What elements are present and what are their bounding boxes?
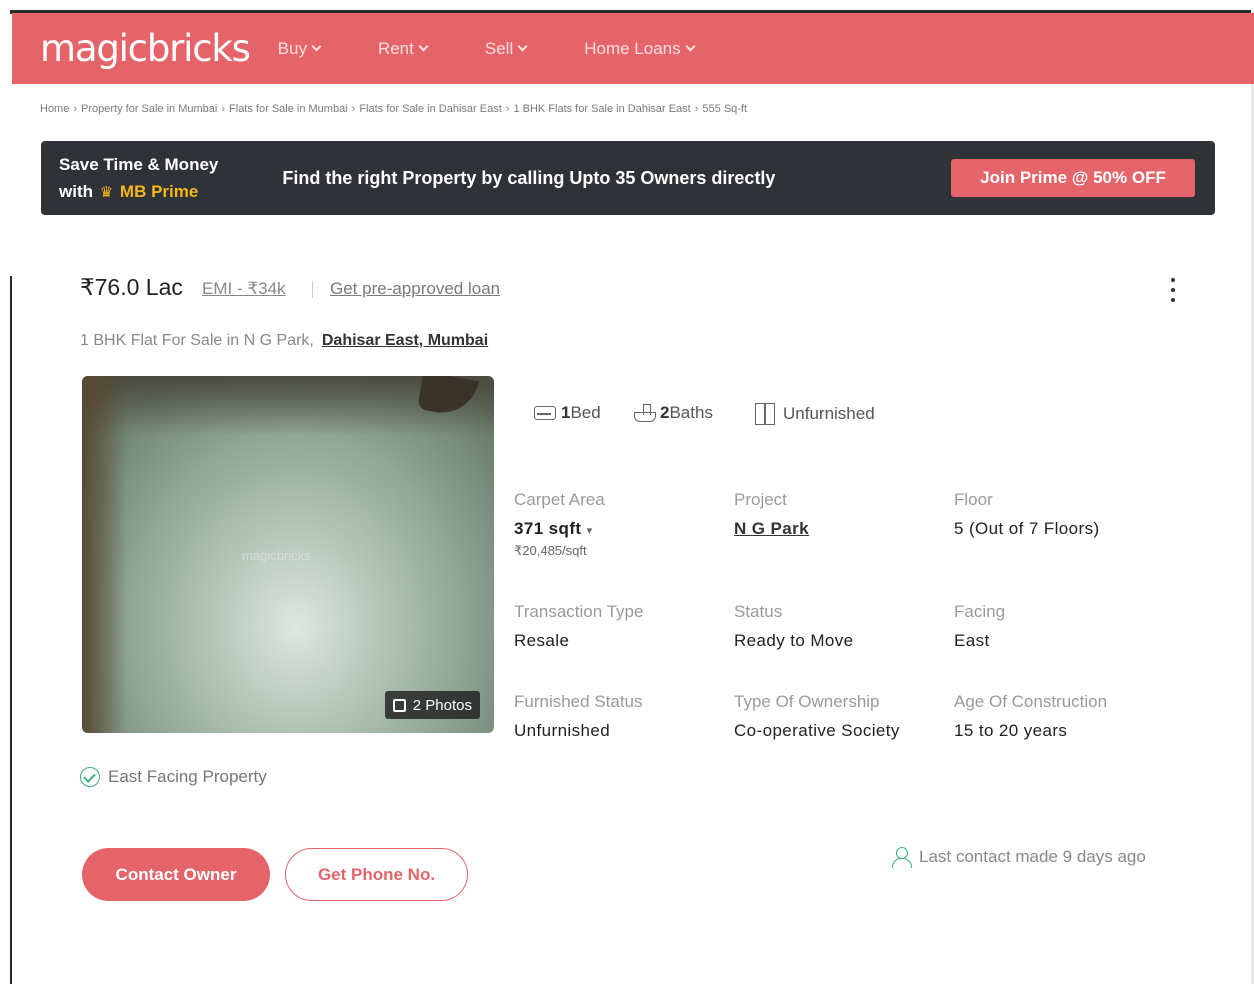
breadcrumb-home[interactable]: Home bbox=[40, 103, 69, 115]
transaction-label: Transaction Type bbox=[514, 602, 644, 621]
preapproved-loan-link[interactable]: Get pre-approved loan bbox=[330, 279, 500, 299]
last-contact-info: Last contact made 9 days ago bbox=[892, 847, 1146, 868]
breadcrumb-separator: › bbox=[694, 103, 699, 115]
gallery-icon bbox=[392, 698, 406, 712]
carpet-area-label: Carpet Area bbox=[514, 490, 605, 509]
nav-rent-label: Rent bbox=[377, 38, 414, 58]
furnishing-label: Unfurnished bbox=[783, 404, 875, 423]
wardrobe-icon bbox=[755, 403, 775, 425]
detail-project: Project N G Park bbox=[734, 490, 809, 539]
age-label: Age Of Construction bbox=[954, 692, 1108, 711]
chevron-down-icon bbox=[517, 41, 528, 52]
breadcrumb-separator: › bbox=[351, 103, 356, 115]
carpet-area-value[interactable]: 371 sqft ▾ bbox=[514, 519, 605, 539]
bed-label: Bed bbox=[570, 403, 601, 422]
nav-sell-label: Sell bbox=[484, 38, 514, 58]
magicbricks-logo[interactable]: magicbricks bbox=[40, 27, 251, 70]
age-value: 15 to 20 years bbox=[954, 721, 1068, 740]
join-prime-button[interactable]: Join Prime @ 50% OFF bbox=[951, 159, 1195, 197]
amenity-bath: 2 Baths bbox=[634, 403, 713, 423]
price-divider bbox=[312, 281, 313, 298]
main-nav: Buy Rent Sell Home Loans bbox=[278, 39, 752, 59]
ownership-value: Co-operative Society bbox=[734, 721, 900, 740]
facing-label: Facing bbox=[954, 602, 1006, 621]
prime-brand: MB Prime bbox=[119, 181, 199, 201]
status-label: Status bbox=[734, 602, 783, 621]
detail-ownership: Type Of Ownership Co-operative Society bbox=[734, 692, 900, 741]
crown-icon: ♛ bbox=[99, 183, 114, 201]
prime-message: Find the right Property by calling Upto … bbox=[282, 167, 776, 188]
detail-facing: Facing East bbox=[954, 602, 1005, 651]
status-value: Ready to Move bbox=[734, 631, 854, 650]
site-header: magicbricks Buy Rent Sell Home Loans bbox=[12, 13, 1254, 84]
ownership-label: Type Of Ownership bbox=[734, 692, 880, 711]
breadcrumb-separator: › bbox=[505, 103, 510, 115]
detail-status: Status Ready to Move bbox=[734, 602, 854, 651]
last-contact-text: Last contact made 9 days ago bbox=[919, 847, 1146, 866]
bath-icon bbox=[634, 404, 656, 422]
chevron-down-icon bbox=[685, 41, 696, 52]
nav-home-loans[interactable]: Home Loans bbox=[584, 38, 696, 59]
breadcrumb-separator: › bbox=[221, 103, 226, 115]
prime-with: with bbox=[59, 181, 93, 201]
detail-age: Age Of Construction 15 to 20 years bbox=[954, 692, 1107, 741]
prime-tagline: Save Time & Money with ♛ MB Prime bbox=[59, 151, 218, 206]
prime-line1: Save Time & Money bbox=[59, 154, 219, 174]
breadcrumb-property-mumbai[interactable]: Property for Sale in Mumbai bbox=[81, 103, 217, 115]
transaction-value: Resale bbox=[514, 631, 570, 650]
furnished-label: Furnished Status bbox=[514, 692, 643, 711]
amenity-furnishing: Unfurnished bbox=[755, 403, 875, 425]
nav-sell[interactable]: Sell bbox=[484, 38, 528, 59]
chevron-down-icon bbox=[311, 41, 322, 52]
contact-owner-button[interactable]: Contact Owner bbox=[82, 848, 270, 901]
bed-icon bbox=[534, 406, 556, 420]
more-options-icon[interactable] bbox=[1164, 275, 1182, 305]
breadcrumb-current: 555 Sq-ft bbox=[702, 103, 748, 115]
detail-carpet-area: Carpet Area 371 sqft ▾ ₹20,485/sqft bbox=[514, 490, 605, 559]
facing-value: East bbox=[954, 631, 990, 650]
listing-price: ₹76.0 Lac bbox=[80, 274, 183, 300]
nav-buy[interactable]: Buy bbox=[277, 38, 322, 59]
photo-door-frame bbox=[82, 376, 127, 733]
property-photo[interactable]: magicbricks 2 Photos bbox=[82, 376, 494, 733]
chevron-down-icon bbox=[418, 41, 429, 52]
prime-line2: with ♛ MB Prime bbox=[59, 178, 218, 206]
bed-count: 1 bbox=[561, 403, 571, 422]
nav-buy-label: Buy bbox=[277, 38, 307, 58]
breadcrumb-flats-dahisar[interactable]: Flats for Sale in Dahisar East bbox=[359, 103, 501, 115]
photo-watermark: magicbricks bbox=[242, 548, 311, 563]
floor-value: 5 (Out of 7 Floors) bbox=[954, 519, 1100, 538]
location-link[interactable]: Dahisar East, Mumbai bbox=[322, 332, 488, 350]
photo-count-label: 2 Photos bbox=[412, 696, 472, 714]
amenity-bed: 1 Bed bbox=[534, 403, 601, 423]
bath-count: 2 bbox=[660, 403, 670, 422]
detail-floor: Floor 5 (Out of 7 Floors) bbox=[954, 490, 1100, 539]
breadcrumb: Home › Property for Sale in Mumbai › Fla… bbox=[40, 103, 747, 115]
furnished-value: Unfurnished bbox=[514, 721, 611, 740]
highlight-text: East Facing Property bbox=[108, 767, 267, 786]
bath-label: Baths bbox=[669, 403, 713, 422]
frame-left-margin bbox=[0, 14, 12, 276]
east-facing-highlight: East Facing Property bbox=[80, 767, 267, 787]
floor-label: Floor bbox=[954, 490, 993, 509]
project-link[interactable]: N G Park bbox=[734, 519, 809, 539]
nav-rent[interactable]: Rent bbox=[377, 38, 429, 59]
detail-furnished: Furnished Status Unfurnished bbox=[514, 692, 643, 741]
project-label: Project bbox=[734, 490, 787, 509]
carpet-area-rate: ₹20,485/sqft bbox=[514, 543, 587, 558]
breadcrumb-1bhk-dahisar[interactable]: 1 BHK Flats for Sale in Dahisar East bbox=[513, 103, 690, 115]
mb-prime-banner: Save Time & Money with ♛ MB Prime Find t… bbox=[41, 141, 1215, 215]
photo-count-badge[interactable]: 2 Photos bbox=[384, 691, 480, 719]
get-phone-button[interactable]: Get Phone No. bbox=[285, 848, 468, 901]
check-circle-icon bbox=[80, 767, 100, 787]
breadcrumb-separator: › bbox=[73, 103, 78, 115]
listing-title-text: 1 BHK Flat For Sale in N G Park, bbox=[80, 332, 314, 349]
nav-home-loans-label: Home Loans bbox=[584, 38, 681, 58]
detail-transaction: Transaction Type Resale bbox=[514, 602, 643, 651]
user-icon bbox=[892, 847, 912, 868]
breadcrumb-flats-mumbai[interactable]: Flats for Sale in Mumbai bbox=[229, 103, 348, 115]
listing-title: 1 BHK Flat For Sale in N G Park, Dahisar… bbox=[80, 332, 488, 350]
emi-link[interactable]: EMI - ₹34k bbox=[202, 279, 286, 299]
